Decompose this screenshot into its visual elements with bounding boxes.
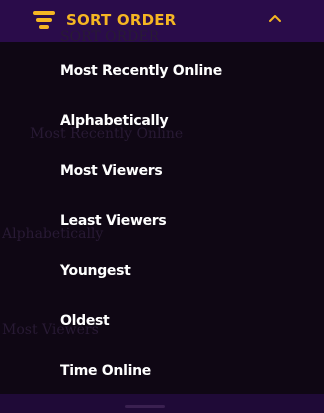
bottom-bar [0,394,324,413]
sort-option-alphabetically[interactable]: Alphabetically [60,108,169,134]
sort-option-youngest[interactable]: Youngest [60,258,131,284]
sort-option-time-online[interactable]: Time Online [60,358,151,384]
sort-option-most-recently-online[interactable]: Most Recently Online [60,58,222,84]
sort-order-header[interactable]: SORT ORDER [0,0,324,42]
sort-lines-icon [33,11,55,29]
sort-option-least-viewers[interactable]: Least Viewers [60,208,167,234]
chevron-up-icon[interactable] [268,13,282,23]
header-title: SORT ORDER [66,11,177,29]
bottom-handle [125,405,165,408]
sort-option-oldest[interactable]: Oldest [60,308,110,334]
sort-option-most-viewers[interactable]: Most Viewers [60,158,163,184]
